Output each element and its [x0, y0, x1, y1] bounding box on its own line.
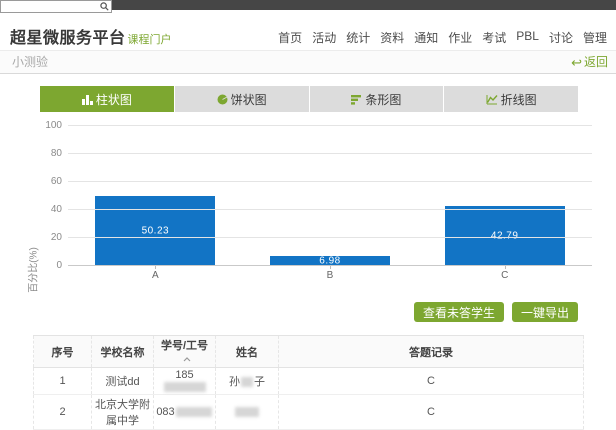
table-header-row: 序号 学校名称 学号/工号 姓名 答题记录	[33, 335, 584, 368]
nav-item-4[interactable]: 通知	[414, 29, 438, 46]
back-label: 返回	[583, 55, 608, 69]
nav-item-0[interactable]: 首页	[278, 29, 302, 46]
view-unanswered-button[interactable]: 查看未答学生	[413, 302, 504, 322]
browser-search-box[interactable]	[0, 0, 112, 13]
tab-line[interactable]: 折线图	[444, 86, 578, 112]
nav-item-6[interactable]: 考试	[482, 29, 506, 46]
cell-index: 1	[33, 367, 92, 395]
cell-record: C	[278, 394, 584, 430]
main-nav: 首页 活动 统计 资料 通知 作业 考试 PBL 讨论 管理	[278, 29, 607, 46]
cell-name	[215, 394, 279, 430]
cell-school: 测试dd	[91, 367, 154, 395]
back-button[interactable]: ↩ 返回	[571, 51, 608, 74]
nav-item-7[interactable]: PBL	[516, 29, 539, 46]
bar-slot-A: 50.23	[68, 126, 243, 266]
search-input[interactable]	[4, 1, 100, 12]
plot-area: 50.23 6.9842.79	[68, 125, 592, 267]
nav-item-9[interactable]: 管理	[583, 29, 607, 46]
magnifier-icon	[100, 2, 109, 11]
back-arrow-icon: ↩	[571, 55, 582, 70]
col-header-school: 学校名称	[91, 335, 154, 368]
nav-item-3[interactable]: 资料	[380, 29, 404, 46]
gridline-40	[68, 209, 592, 210]
bar-value-label: 50.23	[141, 225, 170, 237]
nav-item-5[interactable]: 作业	[448, 29, 472, 46]
brand-subtitle: 课程门户	[127, 34, 172, 46]
x-tick	[330, 266, 331, 269]
redacted-text	[241, 377, 253, 388]
col-header-record: 答题记录	[278, 335, 584, 368]
bar-A: 50.23	[95, 195, 216, 266]
tab-label: 折线图	[500, 92, 537, 107]
y-tick-60: 60	[50, 176, 62, 187]
y-tick-20: 20	[50, 232, 62, 243]
brand[interactable]: 超星微服务平台 课程门户	[10, 24, 172, 48]
chart-actions: 查看未答学生 一键导出	[413, 302, 578, 322]
tab-label: 饼状图	[230, 92, 267, 107]
x-tick	[155, 266, 157, 269]
gridline-80	[68, 153, 592, 154]
redacted-text	[175, 407, 212, 418]
line-chart-icon	[486, 94, 498, 105]
y-tick-100: 100	[45, 120, 62, 131]
gridline-60	[68, 181, 592, 182]
header: 超星微服务平台 课程门户 首页 活动 统计 资料 通知 作业 考试 PBL 讨论 管理	[0, 13, 616, 50]
bar-slot-C: 42.79	[417, 126, 592, 266]
gridline-100	[68, 125, 592, 126]
y-tick-80: 80	[50, 148, 62, 159]
col-header-index: 序号	[33, 335, 92, 368]
y-tick-40: 40	[50, 204, 62, 215]
chart-tabs: 柱状图 饼状图 条形图 折线图	[40, 86, 578, 112]
cell-record: C	[278, 367, 584, 395]
app: { "topbar": { "search_value": "", "searc…	[0, 0, 616, 430]
tab-label: 柱状图	[95, 92, 132, 107]
hbar-chart-icon	[351, 94, 362, 105]
cell-school: 北京大学附属中学	[91, 394, 154, 430]
redacted-text	[235, 407, 259, 418]
tab-pie[interactable]: 饼状图	[174, 86, 309, 112]
x-tick	[504, 266, 506, 269]
col-header-student-id[interactable]: 学号/工号	[153, 335, 216, 368]
cell-student-id: 185	[153, 367, 216, 395]
brand-title: 超星微服务平台	[10, 30, 126, 47]
table-body: 1 测试dd 185 孙子 C 2 北京大学附属中学 083 C	[33, 367, 584, 430]
gridline-20	[68, 237, 592, 238]
nav-item-1[interactable]: 活动	[312, 29, 336, 46]
x-axis-categories: A B C	[68, 270, 592, 281]
bar-chart: 百分比(%) 50.236.9842.79 ABC 020406080100	[0, 118, 616, 294]
redacted-text	[163, 382, 206, 393]
sort-asc-icon	[183, 353, 191, 365]
cell-index: 2	[33, 394, 92, 430]
y-tick-0: 0	[56, 260, 62, 271]
bar-slot-B: 6.98	[243, 126, 418, 267]
nav-item-2[interactable]: 统计	[346, 29, 370, 46]
cell-name: 孙子	[215, 367, 279, 395]
x-category-A: A	[152, 270, 159, 281]
x-category-B: B	[326, 270, 334, 281]
x-category-C: C	[501, 270, 509, 281]
nav-item-8[interactable]: 讨论	[549, 29, 573, 46]
table-row: 1 测试dd 185 孙子 C	[33, 367, 584, 395]
tab-label: 条形图	[365, 92, 402, 107]
results-table: 序号 学校名称 学号/工号 姓名 答题记录 1 测试dd 185 孙子 C 2 北京大学附属…	[33, 335, 584, 430]
bars: 50.23 6.9842.79	[68, 126, 592, 267]
subheader: 小测验 ↩ 返回	[0, 50, 616, 74]
bar-chart-icon	[81, 94, 93, 105]
tab-hbar[interactable]: 条形图	[309, 86, 444, 112]
page-title: 小测验	[12, 55, 49, 69]
col-header-name: 姓名	[215, 335, 279, 368]
pie-chart-icon	[217, 94, 228, 105]
tab-bar[interactable]: 柱状图	[40, 86, 174, 112]
browser-chrome-bar	[112, 0, 616, 10]
export-button[interactable]: 一键导出	[511, 302, 578, 322]
table-row: 2 北京大学附属中学 083 C	[33, 394, 584, 430]
cell-student-id: 083	[153, 394, 216, 430]
